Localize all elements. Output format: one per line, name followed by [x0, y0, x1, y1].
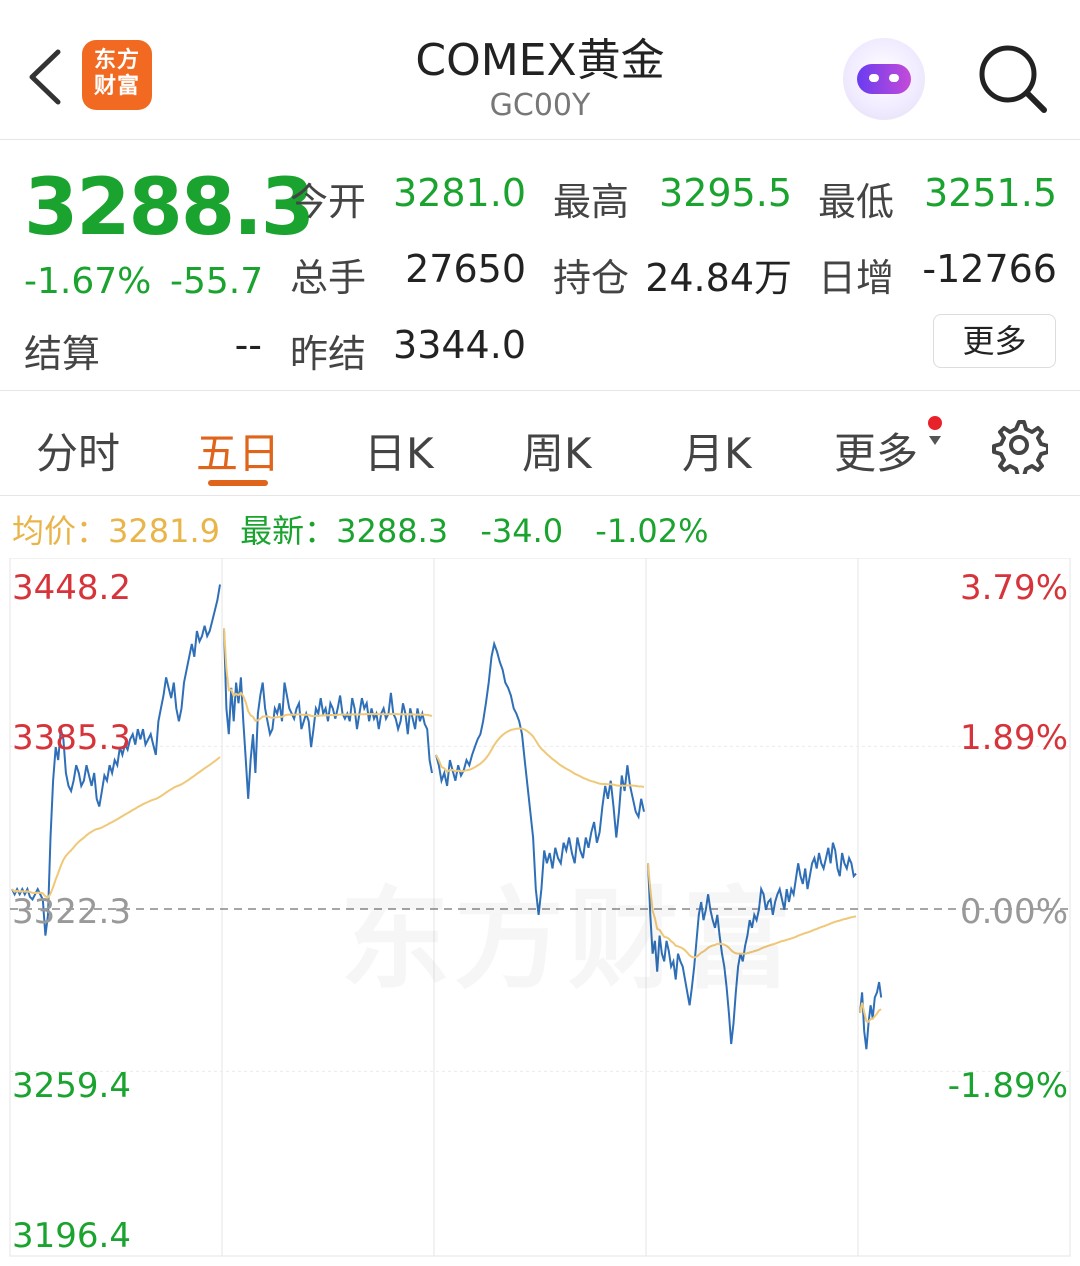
daily-change-label: 日增 [818, 256, 895, 300]
y-axis-label-bottom: 3196.4 [12, 1216, 131, 1256]
avg-line-day-2 [223, 628, 433, 722]
instrument-title: COMEX黄金 [415, 35, 665, 86]
latest-price-label: 最新： [240, 512, 337, 550]
y-axis-label-upper: 3385.3 [12, 718, 131, 758]
low-value: 3251.5 [924, 171, 1057, 215]
quote-panel: 3288.3 -1.67% -55.7 今开 3281.0 最高 3295.5 … [0, 141, 1080, 391]
header: 东方 财富 COMEX黄金 GC00Y [0, 0, 1080, 140]
open-label: 今开 [290, 180, 367, 224]
tab-more[interactable]: 更多 [834, 420, 918, 481]
open-interest-label: 持仓 [553, 256, 630, 300]
chart-tabs: 分时 五日 日K 周K 月K 更多 [0, 392, 1080, 496]
back-button[interactable] [22, 40, 70, 110]
latest-change-percent: -1.02% [595, 512, 709, 550]
change-percent: -1.67% [24, 261, 152, 302]
tab-daily-k[interactable]: 日K [364, 420, 434, 481]
gear-icon [992, 420, 1050, 478]
dropdown-triangle-icon [929, 436, 941, 445]
pct-axis-label-lower: -1.89% [947, 1066, 1068, 1106]
price-line-day-1 [11, 584, 221, 936]
prev-settlement-label: 昨结 [290, 332, 367, 376]
volume-value: 27650 [405, 247, 526, 291]
y-axis-label-base: 3322.3 [12, 892, 131, 932]
tab-five-day[interactable]: 五日 [196, 420, 280, 481]
pct-axis-label-base: 0.00% [959, 892, 1068, 932]
low-label: 最低 [818, 180, 895, 224]
last-price: 3288.3 [24, 163, 315, 253]
pct-axis-label-upper: 1.89% [959, 718, 1068, 758]
settlement-value: -- [234, 323, 262, 367]
volume-label: 总手 [290, 256, 367, 300]
change-value: -55.7 [170, 261, 264, 302]
active-tab-indicator [208, 480, 268, 486]
y-axis-label-top: 3448.2 [12, 568, 131, 608]
tab-intraday[interactable]: 分时 [36, 420, 120, 481]
pct-axis-label-top: 3.79% [959, 568, 1068, 608]
more-quote-button[interactable]: 更多 [933, 314, 1056, 368]
search-icon [979, 45, 1047, 113]
daily-change-value: -12766 [922, 247, 1057, 291]
search-button[interactable] [972, 38, 1052, 118]
avg-price-value: 3281.9 [108, 512, 220, 550]
high-value: 3295.5 [659, 171, 792, 215]
assistant-robot-icon[interactable] [843, 38, 925, 120]
tab-weekly-k[interactable]: 周K [522, 420, 592, 481]
notification-dot [928, 416, 942, 430]
app-logo[interactable]: 东方 财富 [82, 40, 152, 110]
avg-line-day-1 [11, 756, 221, 899]
latest-price-value: 3288.3 [336, 512, 449, 550]
avg-price-label: 均价： [12, 512, 109, 550]
y-axis-label-lower: 3259.4 [12, 1066, 131, 1106]
high-label: 最高 [553, 180, 630, 224]
chevron-left-icon [29, 49, 61, 105]
watermark-logo: 东方财富 [340, 850, 796, 1010]
open-value: 3281.0 [393, 171, 526, 215]
latest-change: -34.0 [480, 512, 564, 550]
open-interest-value: 24.84万 [645, 256, 792, 300]
chart-settings-button[interactable] [990, 416, 1050, 478]
chart-info-line: 均价：3281.9 最新：3288.3 -34.0 -1.02% [12, 506, 708, 552]
prev-settlement-value: 3344.0 [393, 323, 526, 367]
settlement-label: 结算 [24, 332, 101, 376]
tab-monthly-k[interactable]: 月K [682, 420, 752, 481]
avg-line-day-3 [435, 727, 645, 788]
price-line-day-5 [859, 981, 883, 1050]
instrument-code: GC00Y [489, 88, 591, 123]
